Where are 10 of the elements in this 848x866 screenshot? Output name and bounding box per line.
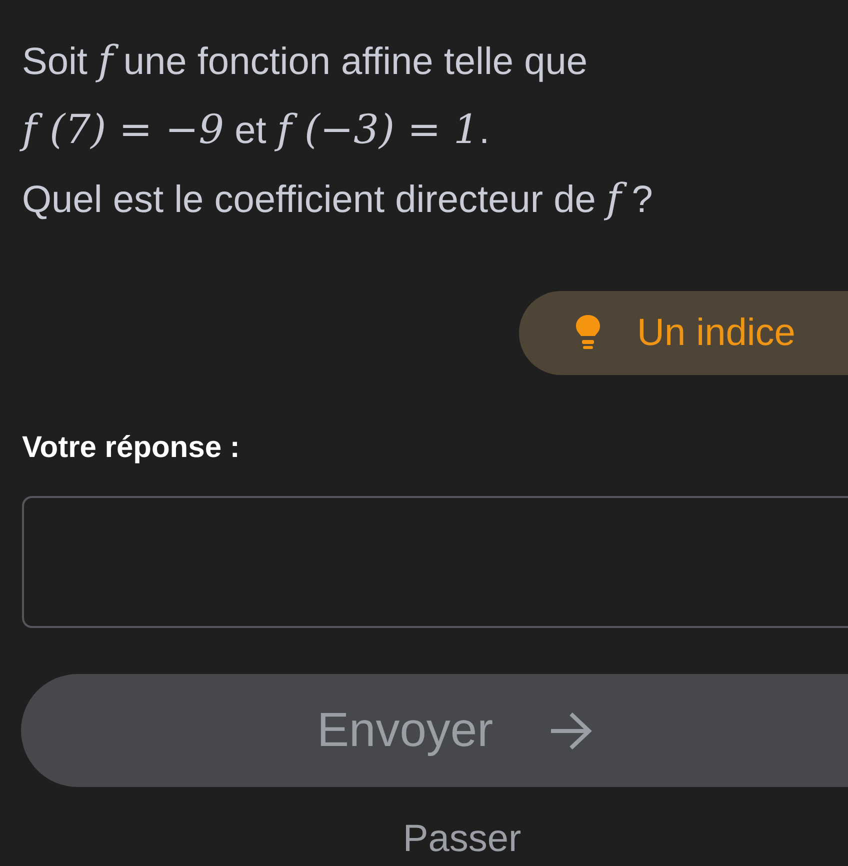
submit-button[interactable]: Envoyer [21,674,848,787]
question-text: Soit f une fonction affine telle que [22,37,588,86]
arrow-right-icon [549,710,594,750]
answer-field[interactable] [22,496,848,628]
answer-label: Votre réponse : [22,430,240,466]
lightbulb-icon [575,314,601,352]
hint-button[interactable]: Un indice [519,291,848,375]
skip-link[interactable]: Passer [402,817,522,861]
question-text: Quel est le coefficient directeur de f ? [22,175,653,224]
question-text: f (7) = −9 et f (−3) = 1. [22,103,490,158]
